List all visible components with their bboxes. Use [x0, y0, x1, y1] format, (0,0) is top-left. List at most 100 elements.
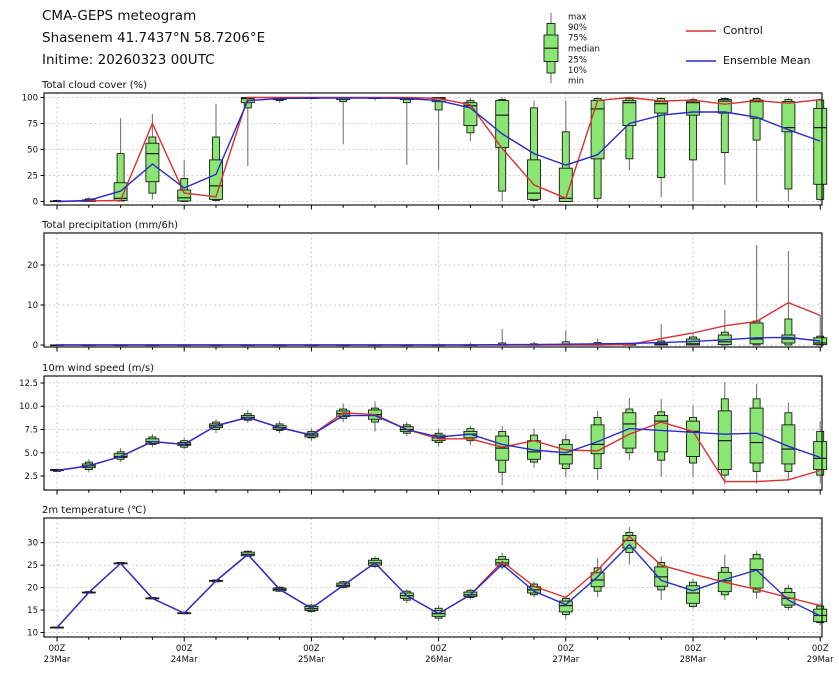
x-tick-hour-label: 00Z: [49, 644, 66, 654]
x-tick-date-label: 28Mar: [680, 655, 707, 665]
legend-percentile-label: 10%: [568, 66, 587, 76]
box-plot: [782, 403, 795, 481]
legend-mean-label: Ensemble Mean: [723, 54, 810, 67]
panel-title-precip: Total precipitation (mm/6h): [41, 220, 178, 231]
x-tick-hour-label: 00Z: [557, 644, 574, 654]
x-tick-date-label: 23Mar: [44, 655, 71, 665]
legend-control-label: Control: [723, 24, 763, 37]
meteogram-figure: 0 25 50 75 100Total cloud cover (%) 0 10 20 Tota…: [0, 0, 839, 680]
box-plot: [337, 97, 350, 144]
box-plot: [210, 104, 223, 202]
y-tick-label: 0: [33, 341, 38, 351]
y-axis-wind: 2.5 5.0 7.5 10.0 12.5: [19, 379, 44, 482]
box-plot: [623, 527, 636, 564]
y-tick-label: 0: [33, 197, 38, 207]
y-tick-label: 2.5: [24, 472, 38, 482]
box-plot: [591, 411, 604, 480]
box-plot: [559, 596, 572, 619]
box-plot: [496, 97, 509, 201]
box-plot: [750, 97, 763, 201]
panel-cloud: 0 25 50 75 100Total cloud cover (%): [22, 80, 827, 210]
y-axis-cloud: 0 25 50 75 100: [22, 93, 44, 207]
panel-precip: 0 10 20 Total precipitation (mm/6h): [27, 220, 827, 352]
x-tick-date-label: 25Mar: [298, 655, 325, 665]
legend-percentile-label: 75%: [568, 34, 587, 44]
x-tick-hour-label: 00Z: [176, 644, 193, 654]
y-tick-label: 15: [27, 606, 38, 616]
panel-title-cloud: Total cloud cover (%): [41, 80, 147, 91]
box-plot: [496, 329, 509, 345]
box-plot: [782, 251, 795, 345]
box-plot: [496, 426, 509, 486]
figure-inittime: Initime: 20260323 00UTC: [42, 52, 215, 68]
y-tick-label: 12.5: [19, 379, 38, 389]
box-plot: [814, 421, 827, 483]
legend-percentile-label: 90%: [568, 23, 587, 33]
y-axis-precip: 0 10 20: [27, 261, 44, 351]
grid-cloud: [44, 93, 822, 205]
x-tick-date-label: 29Mar: [807, 655, 834, 665]
box-plot: [623, 97, 636, 170]
x-tick-date-label: 24Mar: [171, 655, 198, 665]
box-plot: [432, 97, 445, 170]
box-plot: [687, 334, 700, 345]
legend-percentile-label: max: [568, 13, 587, 23]
x-axis-wind: [57, 490, 820, 495]
box-plot: [814, 99, 827, 202]
meteogram-chart: 0 25 50 75 100Total cloud cover (%) 0 10 20 Tota…: [0, 0, 839, 680]
y-tick-label: 10.0: [19, 402, 38, 412]
x-axis-temp: [57, 637, 820, 642]
y-tick-label: 7.5: [24, 426, 38, 436]
y-tick-label: 20: [27, 261, 38, 271]
box-plot: [146, 434, 159, 447]
x-tick-hour-label: 00Z: [685, 644, 702, 654]
panel-temp: 10152025302m temperature (℃)00Z23Mar00Z2…: [27, 505, 834, 665]
x-tick-hour-label: 00Z: [430, 644, 447, 654]
panel-title-temp: 2m temperature (℃): [42, 505, 146, 516]
y-tick-label: 20: [27, 584, 38, 594]
control-line-precip: [57, 303, 820, 345]
y-tick-label: 100: [22, 93, 38, 103]
box-plot: [655, 557, 668, 601]
box-plot: [178, 160, 191, 202]
x-tick-hour-label: 00Z: [812, 644, 829, 654]
box-plot: [559, 434, 572, 477]
panel-frame: [44, 93, 822, 205]
box-plot: [528, 581, 541, 597]
x-axis-precip: [57, 347, 820, 352]
box-plot: [241, 410, 254, 423]
box-plot: [655, 399, 668, 477]
y-tick-label: 25: [27, 561, 38, 571]
y-tick-label: 10: [27, 629, 38, 639]
x-tick-date-label: 26Mar: [425, 655, 452, 665]
box-plot: [400, 97, 413, 165]
y-axis-temp: 10 15 20 25 30: [27, 539, 44, 639]
x-axis-cloud: [57, 205, 820, 210]
x-tick-hour-label: 00Z: [303, 644, 320, 654]
y-tick-label: 50: [27, 145, 38, 155]
box-plot: [718, 97, 731, 184]
legend: max90%75%median25%10%min: [544, 13, 716, 87]
x-tick-date-label: 27Mar: [552, 655, 579, 665]
y-tick-label: 10: [27, 301, 38, 311]
y-tick-label: 75: [27, 119, 38, 129]
figure-location: Shasenem 41.7437°N 58.7206°E: [42, 30, 265, 46]
box-plot: [559, 331, 572, 345]
panel-title-wind: 10m wind speed (m/s): [42, 363, 154, 374]
legend-percentile-label: 25%: [568, 56, 587, 66]
y-tick-label: 5.0: [24, 449, 38, 459]
box-plot: [687, 579, 700, 609]
box-plot: [528, 429, 541, 468]
legend-percentile-label: min: [568, 77, 584, 87]
box-plot: [241, 97, 254, 166]
box-plot: [146, 114, 159, 199]
y-tick-label: 25: [27, 171, 38, 181]
panel-wind: 2.5 5.0 7.5 10.0 12.5 10m wind speed (m/s): [19, 363, 827, 495]
box-plot: [782, 97, 795, 201]
box-plot: [687, 405, 700, 477]
legend-percentile-label: median: [568, 45, 600, 55]
box-plot: [750, 245, 763, 345]
figure-title: CMA-GEPS meteogram: [42, 8, 196, 24]
y-tick-label: 30: [27, 539, 38, 549]
box-plot: [655, 97, 668, 197]
